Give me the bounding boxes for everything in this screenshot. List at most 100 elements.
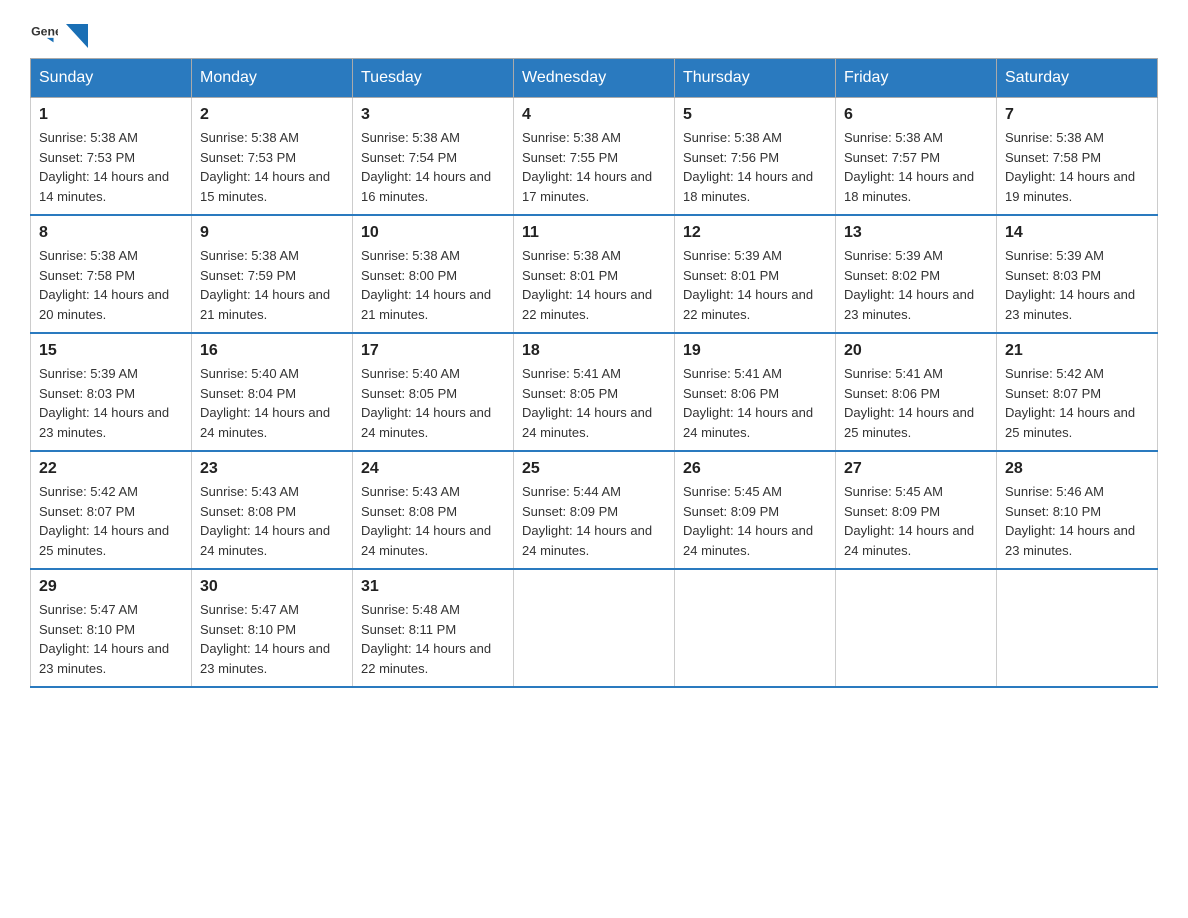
calendar-cell: 5Sunrise: 5:38 AMSunset: 7:56 PMDaylight… bbox=[675, 98, 836, 216]
day-number: 25 bbox=[522, 460, 666, 478]
day-info: Sunrise: 5:43 AMSunset: 8:08 PMDaylight:… bbox=[361, 482, 505, 560]
day-number: 3 bbox=[361, 106, 505, 124]
day-number: 24 bbox=[361, 460, 505, 478]
day-info: Sunrise: 5:39 AMSunset: 8:01 PMDaylight:… bbox=[683, 246, 827, 324]
day-info: Sunrise: 5:45 AMSunset: 8:09 PMDaylight:… bbox=[844, 482, 988, 560]
day-info: Sunrise: 5:38 AMSunset: 7:54 PMDaylight:… bbox=[361, 128, 505, 206]
day-info: Sunrise: 5:38 AMSunset: 8:01 PMDaylight:… bbox=[522, 246, 666, 324]
day-info: Sunrise: 5:40 AMSunset: 8:04 PMDaylight:… bbox=[200, 364, 344, 442]
logo: General bbox=[30, 20, 90, 48]
calendar-cell: 9 Sunrise: 5:38 AMSunset: 7:59 PMDaylight… bbox=[192, 215, 353, 333]
calendar-cell: 3 Sunrise: 5:38 AMSunset: 7:54 PMDaylight… bbox=[353, 98, 514, 216]
calendar-cell: 17 Sunrise: 5:40 AMSunset: 8:05 PMDayligh… bbox=[353, 333, 514, 451]
svg-text:General: General bbox=[31, 25, 58, 39]
weekday-header-friday: Friday bbox=[836, 59, 997, 98]
calendar-week-row: 29 Sunrise: 5:47 AMSunset: 8:10 PMDayligh… bbox=[31, 569, 1158, 687]
day-info: Sunrise: 5:47 AMSunset: 8:10 PMDaylight:… bbox=[200, 600, 344, 678]
day-info: Sunrise: 5:38 AMSunset: 7:55 PMDaylight:… bbox=[522, 128, 666, 206]
calendar-cell: 8 Sunrise: 5:38 AMSunset: 7:58 PMDaylight… bbox=[31, 215, 192, 333]
calendar-cell: 30 Sunrise: 5:47 AMSunset: 8:10 PMDayligh… bbox=[192, 569, 353, 687]
calendar-header-row: SundayMondayTuesdayWednesdayThursdayFrid… bbox=[31, 59, 1158, 98]
calendar-cell: 20 Sunrise: 5:41 AMSunset: 8:06 PMDayligh… bbox=[836, 333, 997, 451]
weekday-header-monday: Monday bbox=[192, 59, 353, 98]
calendar-cell: 27 Sunrise: 5:45 AMSunset: 8:09 PMDayligh… bbox=[836, 451, 997, 569]
day-info: Sunrise: 5:40 AMSunset: 8:05 PMDaylight:… bbox=[361, 364, 505, 442]
day-info: Sunrise: 5:39 AMSunset: 8:02 PMDaylight:… bbox=[844, 246, 988, 324]
calendar-cell: 29 Sunrise: 5:47 AMSunset: 8:10 PMDayligh… bbox=[31, 569, 192, 687]
day-number: 17 bbox=[361, 342, 505, 360]
day-number: 26 bbox=[683, 460, 827, 478]
calendar-cell: 14 Sunrise: 5:39 AMSunset: 8:03 PMDayligh… bbox=[997, 215, 1158, 333]
day-number: 16 bbox=[200, 342, 344, 360]
calendar-cell: 18Sunrise: 5:41 AMSunset: 8:05 PMDayligh… bbox=[514, 333, 675, 451]
calendar-cell bbox=[675, 569, 836, 687]
calendar-cell: 31Sunrise: 5:48 AMSunset: 8:11 PMDayligh… bbox=[353, 569, 514, 687]
calendar-week-row: 22Sunrise: 5:42 AMSunset: 8:07 PMDayligh… bbox=[31, 451, 1158, 569]
logo-triangle-icon bbox=[66, 24, 88, 48]
calendar-body: 1 Sunrise: 5:38 AMSunset: 7:53 PMDaylight… bbox=[31, 98, 1158, 688]
day-number: 14 bbox=[1005, 224, 1149, 242]
calendar-cell: 24 Sunrise: 5:43 AMSunset: 8:08 PMDayligh… bbox=[353, 451, 514, 569]
day-info: Sunrise: 5:47 AMSunset: 8:10 PMDaylight:… bbox=[39, 600, 183, 678]
weekday-header-wednesday: Wednesday bbox=[514, 59, 675, 98]
day-number: 29 bbox=[39, 578, 183, 596]
day-info: Sunrise: 5:38 AMSunset: 8:00 PMDaylight:… bbox=[361, 246, 505, 324]
calendar-cell: 12 Sunrise: 5:39 AMSunset: 8:01 PMDayligh… bbox=[675, 215, 836, 333]
calendar-cell: 7 Sunrise: 5:38 AMSunset: 7:58 PMDaylight… bbox=[997, 98, 1158, 216]
calendar-cell: 25Sunrise: 5:44 AMSunset: 8:09 PMDayligh… bbox=[514, 451, 675, 569]
day-info: Sunrise: 5:46 AMSunset: 8:10 PMDaylight:… bbox=[1005, 482, 1149, 560]
day-info: Sunrise: 5:38 AMSunset: 7:58 PMDaylight:… bbox=[39, 246, 183, 324]
calendar-cell: 1 Sunrise: 5:38 AMSunset: 7:53 PMDaylight… bbox=[31, 98, 192, 216]
day-info: Sunrise: 5:41 AMSunset: 8:05 PMDaylight:… bbox=[522, 364, 666, 442]
day-number: 2 bbox=[200, 106, 344, 124]
calendar-cell: 2 Sunrise: 5:38 AMSunset: 7:53 PMDaylight… bbox=[192, 98, 353, 216]
day-number: 30 bbox=[200, 578, 344, 596]
day-info: Sunrise: 5:38 AMSunset: 7:53 PMDaylight:… bbox=[39, 128, 183, 206]
day-info: Sunrise: 5:39 AMSunset: 8:03 PMDaylight:… bbox=[1005, 246, 1149, 324]
day-number: 5 bbox=[683, 106, 827, 124]
day-number: 4 bbox=[522, 106, 666, 124]
day-info: Sunrise: 5:45 AMSunset: 8:09 PMDaylight:… bbox=[683, 482, 827, 560]
calendar-table: SundayMondayTuesdayWednesdayThursdayFrid… bbox=[30, 58, 1158, 688]
calendar-cell: 11 Sunrise: 5:38 AMSunset: 8:01 PMDayligh… bbox=[514, 215, 675, 333]
calendar-cell: 21Sunrise: 5:42 AMSunset: 8:07 PMDayligh… bbox=[997, 333, 1158, 451]
calendar-cell: 26 Sunrise: 5:45 AMSunset: 8:09 PMDayligh… bbox=[675, 451, 836, 569]
calendar-cell: 22Sunrise: 5:42 AMSunset: 8:07 PMDayligh… bbox=[31, 451, 192, 569]
weekday-header-thursday: Thursday bbox=[675, 59, 836, 98]
day-number: 22 bbox=[39, 460, 183, 478]
calendar-cell bbox=[997, 569, 1158, 687]
page-header: General bbox=[30, 20, 1158, 48]
day-number: 11 bbox=[522, 224, 666, 242]
day-number: 8 bbox=[39, 224, 183, 242]
calendar-cell: 23 Sunrise: 5:43 AMSunset: 8:08 PMDayligh… bbox=[192, 451, 353, 569]
day-number: 15 bbox=[39, 342, 183, 360]
day-number: 23 bbox=[200, 460, 344, 478]
day-info: Sunrise: 5:43 AMSunset: 8:08 PMDaylight:… bbox=[200, 482, 344, 560]
day-number: 7 bbox=[1005, 106, 1149, 124]
day-number: 28 bbox=[1005, 460, 1149, 478]
day-number: 9 bbox=[200, 224, 344, 242]
calendar-cell: 15 Sunrise: 5:39 AMSunset: 8:03 PMDayligh… bbox=[31, 333, 192, 451]
day-info: Sunrise: 5:48 AMSunset: 8:11 PMDaylight:… bbox=[361, 600, 505, 678]
day-number: 20 bbox=[844, 342, 988, 360]
weekday-header-tuesday: Tuesday bbox=[353, 59, 514, 98]
calendar-week-row: 1 Sunrise: 5:38 AMSunset: 7:53 PMDaylight… bbox=[31, 98, 1158, 216]
logo-icon: General bbox=[30, 20, 58, 48]
day-info: Sunrise: 5:41 AMSunset: 8:06 PMDaylight:… bbox=[683, 364, 827, 442]
calendar-cell: 10Sunrise: 5:38 AMSunset: 8:00 PMDayligh… bbox=[353, 215, 514, 333]
calendar-cell: 19Sunrise: 5:41 AMSunset: 8:06 PMDayligh… bbox=[675, 333, 836, 451]
calendar-week-row: 15 Sunrise: 5:39 AMSunset: 8:03 PMDayligh… bbox=[31, 333, 1158, 451]
day-info: Sunrise: 5:38 AMSunset: 7:53 PMDaylight:… bbox=[200, 128, 344, 206]
day-info: Sunrise: 5:38 AMSunset: 7:58 PMDaylight:… bbox=[1005, 128, 1149, 206]
calendar-cell: 16 Sunrise: 5:40 AMSunset: 8:04 PMDayligh… bbox=[192, 333, 353, 451]
weekday-header-sunday: Sunday bbox=[31, 59, 192, 98]
day-info: Sunrise: 5:39 AMSunset: 8:03 PMDaylight:… bbox=[39, 364, 183, 442]
day-info: Sunrise: 5:38 AMSunset: 7:59 PMDaylight:… bbox=[200, 246, 344, 324]
day-number: 1 bbox=[39, 106, 183, 124]
calendar-cell bbox=[836, 569, 997, 687]
calendar-cell: 4 Sunrise: 5:38 AMSunset: 7:55 PMDaylight… bbox=[514, 98, 675, 216]
day-number: 27 bbox=[844, 460, 988, 478]
day-number: 12 bbox=[683, 224, 827, 242]
day-info: Sunrise: 5:41 AMSunset: 8:06 PMDaylight:… bbox=[844, 364, 988, 442]
day-number: 13 bbox=[844, 224, 988, 242]
